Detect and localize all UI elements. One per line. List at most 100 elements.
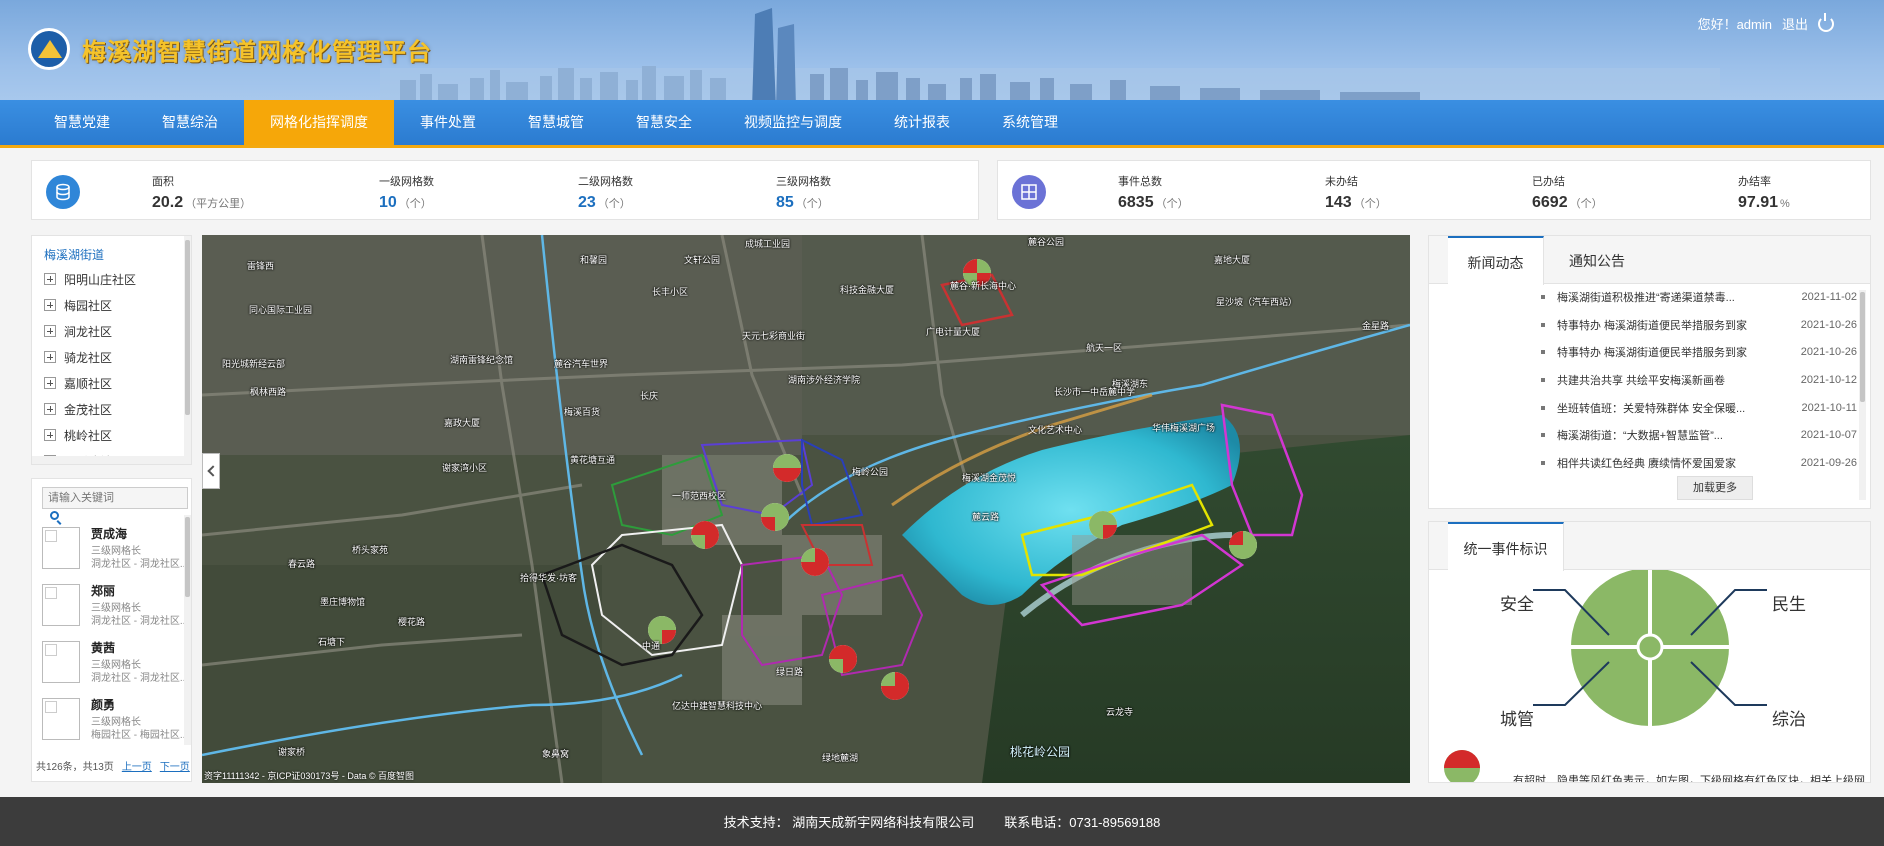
stat-g1-unit: （个） (398, 198, 432, 210)
stat-event-total: 事件总数 6835 （个） (1118, 173, 1189, 212)
news-date: 2021-10-11 (1801, 402, 1857, 414)
event-marker-icon[interactable] (1229, 531, 1257, 559)
news-title: 特事特办 梅溪湖街道便民举措服务到家 (1557, 320, 1748, 332)
staff-list-item[interactable]: 黄茜 三级网格长 洞龙社区 - 洞龙社区... (42, 639, 189, 689)
nav-item-video-monitoring[interactable]: 视频监控与调度 (718, 100, 868, 145)
map-label: 梅岭公园 (852, 467, 889, 477)
tree-root-street[interactable]: 梅溪湖街道 (32, 236, 191, 266)
power-icon[interactable] (1818, 12, 1834, 32)
staff-list-item[interactable]: 颜勇 三级网格长 梅园社区 - 梅园社区... (42, 696, 189, 746)
map-label: 嘉地大厦 (1214, 255, 1251, 265)
expand-plus-icon[interactable] (44, 299, 56, 311)
expand-plus-icon[interactable] (44, 325, 56, 337)
collapse-panel-button[interactable] (202, 453, 220, 489)
news-item[interactable]: 坐班转值班：关爱特殊群体 安全保暖... 2021-10-11 (1541, 397, 1857, 419)
expand-plus-icon[interactable] (44, 273, 56, 285)
map-label: 一师范西校区 (672, 491, 727, 501)
news-item[interactable]: 共建共治共享 共绘平安梅溪新画卷 2021-10-12 (1541, 369, 1857, 391)
tree-node[interactable]: 阳明山庄社区 (32, 266, 191, 292)
nav-item-event-handling[interactable]: 事件处置 (394, 100, 502, 145)
event-marker-icon[interactable] (881, 672, 909, 700)
news-item[interactable]: 特事特办 梅溪湖街道便民举措服务到家 2021-10-26 (1541, 314, 1857, 336)
map-label: 广电计量大厦 (926, 327, 981, 337)
event-marker-icon[interactable] (691, 521, 719, 549)
stat-grid-level3: 三级网格数 85 （个） (776, 173, 831, 212)
event-stats-card: 事件总数 6835 （个） 未办结 143 （个） 已办结 6692 （个） 办结率 … (997, 160, 1871, 220)
news-panel: 新闻动态 通知公告 梅溪湖街道积极推进“寄递渠道禁毒... 2021-11-02 … (1428, 235, 1871, 509)
news-title: 梅溪湖街道积极推进“寄递渠道禁毒... (1557, 292, 1735, 304)
map-label: 桃花岭公园 (1010, 745, 1071, 759)
tree-node[interactable]: 梅园社区 (32, 292, 191, 318)
nav-item-governance[interactable]: 智慧综治 (136, 100, 244, 145)
news-title: 特事特办 梅溪湖街道便民举措服务到家 (1557, 347, 1748, 359)
event-marker-icon[interactable] (1089, 511, 1117, 539)
event-marker-icon[interactable] (773, 454, 801, 482)
staff-name: 郑丽 (91, 584, 116, 598)
tree-node-label: 金茂社区 (64, 402, 113, 417)
map-label: 金星路 (1362, 321, 1390, 331)
tree-node-label: 骑龙社区 (64, 350, 113, 365)
nav-item-system-admin[interactable]: 系统管理 (976, 100, 1084, 145)
pager-info: 共126条，共13页 (36, 762, 114, 773)
nav-item-party[interactable]: 智慧党建 (28, 100, 136, 145)
nav-item-safety[interactable]: 智慧安全 (610, 100, 718, 145)
keyword-search-input[interactable] (42, 487, 188, 509)
nav-item-reports[interactable]: 统计报表 (868, 100, 976, 145)
stat-g3-value: 85 (776, 194, 794, 211)
logout-link[interactable]: 退出 (1782, 14, 1808, 33)
staff-list-scrollbar[interactable] (184, 515, 191, 745)
event-marker-icon[interactable] (801, 548, 829, 576)
map-label: 梅溪百货 (564, 407, 601, 417)
expand-plus-icon[interactable] (44, 377, 56, 389)
map-label: 天元七彩商业街 (742, 331, 806, 341)
map-label: 麓谷公园 (1028, 237, 1065, 247)
news-item[interactable]: 梅溪湖街道积极推进“寄递渠道禁毒... 2021-11-02 (1541, 286, 1857, 308)
next-page-link[interactable]: 下一页 (160, 762, 190, 773)
stat-g2-unit: （个） (597, 198, 631, 210)
map-label: 文轩公园 (684, 255, 721, 265)
map-label: 嘉政大厦 (444, 418, 481, 428)
news-item[interactable]: 特事特办 梅溪湖街道便民举措服务到家 2021-10-26 (1541, 341, 1857, 363)
map-label: 拾得华发·坊客 (520, 573, 577, 583)
map-label: 湖南雷锋纪念馆 (450, 355, 514, 365)
tree-node[interactable]: 涧龙社区 (32, 318, 191, 344)
staff-area: 洞龙社区 - 洞龙社区... (91, 673, 189, 684)
event-marker-icon[interactable] (829, 645, 857, 673)
stat-pending-unit: （个） (1353, 198, 1387, 210)
news-scrollbar[interactable] (1859, 290, 1866, 500)
prev-page-link[interactable]: 上一页 (122, 762, 152, 773)
tab-news[interactable]: 新闻动态 (1448, 236, 1544, 285)
staff-list-item[interactable]: 贾成海 三级网格长 洞龙社区 - 洞龙社区... (42, 525, 188, 575)
tree-scrollbar[interactable] (184, 236, 191, 464)
nav-item-grid-dispatch[interactable]: 网格化指挥调度 (244, 100, 394, 145)
legend-label-comprehensive-governance: 综治 (1772, 710, 1806, 729)
expand-plus-icon[interactable] (44, 351, 56, 363)
satellite-map-canvas[interactable] (202, 235, 1410, 783)
news-item[interactable]: 相伴共读红色经典 赓续情怀爱国爱家 2021-09-26 (1541, 452, 1857, 474)
grid-staff-panel: 贾成海 三级网格长 洞龙社区 - 洞龙社区... 郑丽 三级网格长 洞龙社区 -… (31, 478, 192, 782)
map-label: 成城工业园 (745, 239, 791, 249)
tab-event-legend[interactable]: 统一事件标识 (1448, 522, 1564, 571)
tab-notice[interactable]: 通知公告 (1549, 236, 1645, 284)
alert-marker-icon (1444, 750, 1480, 782)
stat-event-rate: 办结率 97.91% (1738, 173, 1790, 212)
tree-node[interactable]: 骑龙社区 (32, 344, 191, 370)
map-label: 星沙坡（汽车西站） (1216, 297, 1298, 307)
load-more-button[interactable]: 加载更多 (1677, 476, 1753, 500)
expand-plus-icon[interactable] (44, 403, 56, 415)
main-nav: 智慧党建 智慧综治 网格化指挥调度 事件处置 智慧城管 智慧安全 视频监控与调度… (0, 100, 1884, 148)
tree-node[interactable]: 桃岭社区 (32, 422, 191, 448)
platform-title: 梅溪湖智慧街道网格化管理平台 (82, 38, 432, 66)
tree-horizontal-scrollbar[interactable] (32, 456, 186, 464)
tree-node[interactable]: 金茂社区 (32, 396, 191, 422)
nav-item-urban-management[interactable]: 智慧城管 (502, 100, 610, 145)
expand-plus-icon[interactable] (44, 429, 56, 441)
search-icon[interactable] (50, 511, 59, 520)
news-item[interactable]: 梅溪湖街道：“大数据+智慧监管”... 2021-10-07 (1541, 424, 1857, 446)
tree-node[interactable]: 嘉顺社区 (32, 370, 191, 396)
staff-area: 梅园社区 - 梅园社区... (91, 730, 189, 741)
map-label: 麓云路 (972, 512, 1000, 522)
grid-map[interactable]: 雷锋西 和馨园 文轩公园 成城工业园 麓谷公园 嘉地大厦 同心国际工业园 长丰小… (202, 235, 1410, 783)
event-marker-icon[interactable] (761, 503, 789, 531)
staff-list-item[interactable]: 郑丽 三级网格长 洞龙社区 - 洞龙社区... (42, 582, 188, 632)
